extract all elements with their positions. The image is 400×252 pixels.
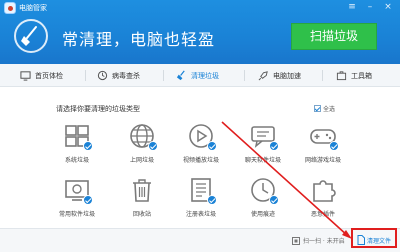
checked-icon (207, 141, 217, 151)
tile-usage-traces[interactable]: 使用痕迹 (240, 176, 286, 226)
tile-label: 回收站 (132, 211, 151, 218)
header-banner: 电脑管家 ≡ – × 常清理，电脑也轻盈 扫描垃圾 (0, 0, 400, 64)
checked-icon (269, 141, 279, 151)
checked-icon (83, 141, 93, 151)
checked-icon (269, 195, 279, 205)
scan-status-label: 扫一扫 · 未开启 (303, 238, 345, 245)
checked-icon (207, 195, 217, 205)
nav-divider (244, 70, 245, 81)
nav-label: 病毒查杀 (112, 71, 140, 80)
tile-malicious-plugins[interactable]: 恶意插件 (300, 176, 346, 226)
tile-label: 上网垃圾 (129, 157, 154, 164)
tile-label: 视频播放垃圾 (182, 157, 219, 164)
nav-item-virus-scan[interactable]: 病毒查杀 (97, 64, 140, 87)
tile-label: 聊天软件垃圾 (244, 157, 281, 164)
hero-tagline: 常清理，电脑也轻盈 (62, 30, 216, 49)
nav-item-toolbox[interactable]: 工具箱 (336, 64, 372, 87)
close-icon[interactable]: × (382, 2, 394, 13)
home-icon (20, 71, 31, 81)
toolbox-icon (336, 71, 347, 81)
scan-status: 扫一扫 · 未开启 (292, 236, 345, 245)
nav-label: 首页体检 (35, 71, 63, 80)
tile-registry-junk[interactable]: 注册表垃圾 (178, 176, 224, 226)
scan-junk-button[interactable]: 扫描垃圾 (291, 23, 377, 50)
trash-icon (133, 179, 151, 202)
nav-label: 电脑加速 (273, 71, 301, 80)
checkbox-icon (314, 105, 321, 112)
tile-internet-junk[interactable]: 上网垃圾 (119, 122, 165, 172)
main-nav: 首页体检 病毒查杀 清理垃圾 电脑加速 工具箱 (0, 64, 400, 87)
tile-game-junk[interactable]: 网络游戏垃圾 (300, 122, 346, 172)
select-all-checkbox[interactable]: 全选 (314, 104, 335, 113)
tile-video-junk[interactable]: 视频播放垃圾 (178, 122, 224, 172)
nav-label: 清理垃圾 (191, 71, 219, 80)
select-all-label: 全选 (323, 106, 336, 113)
tile-label: 网络游戏垃圾 (304, 157, 341, 164)
broom-icon (176, 70, 185, 81)
nav-label: 工具箱 (351, 71, 372, 80)
tile-system-junk[interactable]: 系统垃圾 (54, 122, 100, 172)
tile-chat-junk[interactable]: 聊天软件垃圾 (240, 122, 286, 172)
qr-icon (292, 236, 300, 245)
broom-hero-icon (14, 19, 48, 53)
app-title: 电脑管家 (19, 4, 47, 12)
title-bar: 电脑管家 ≡ – × (0, 0, 400, 16)
nav-divider (163, 70, 164, 81)
rocket-icon (258, 71, 268, 81)
tile-label: 注册表垃圾 (185, 211, 216, 218)
nav-item-speed-up[interactable]: 电脑加速 (258, 64, 301, 87)
checked-icon (83, 195, 93, 205)
nav-item-home-check[interactable]: 首页体检 (20, 64, 63, 87)
minimize-icon[interactable]: – (364, 2, 376, 13)
status-footer: 扫一扫 · 未开启 清理文件 (0, 228, 400, 252)
tile-label: 使用痕迹 (250, 211, 275, 218)
tile-software-junk[interactable]: 常用软件垃圾 (54, 176, 100, 226)
select-type-prompt: 请选择你要清理的垃圾类型 (56, 105, 140, 113)
tile-label: 系统垃圾 (64, 157, 89, 164)
checked-icon (329, 141, 339, 151)
tile-label: 常用软件垃圾 (58, 211, 95, 218)
tile-label: 恶意插件 (310, 211, 335, 218)
puzzle-icon (313, 180, 336, 202)
checked-icon (148, 141, 158, 151)
nav-divider (322, 70, 323, 81)
nav-divider (85, 70, 86, 81)
highlight-box (351, 228, 397, 248)
app-logo-icon (4, 2, 16, 14)
menu-icon[interactable]: ≡ (346, 2, 358, 13)
tile-recycle-bin[interactable]: 回收站 (119, 176, 165, 226)
nav-item-clean-junk[interactable]: 清理垃圾 (176, 64, 219, 87)
shield-icon (97, 70, 108, 81)
